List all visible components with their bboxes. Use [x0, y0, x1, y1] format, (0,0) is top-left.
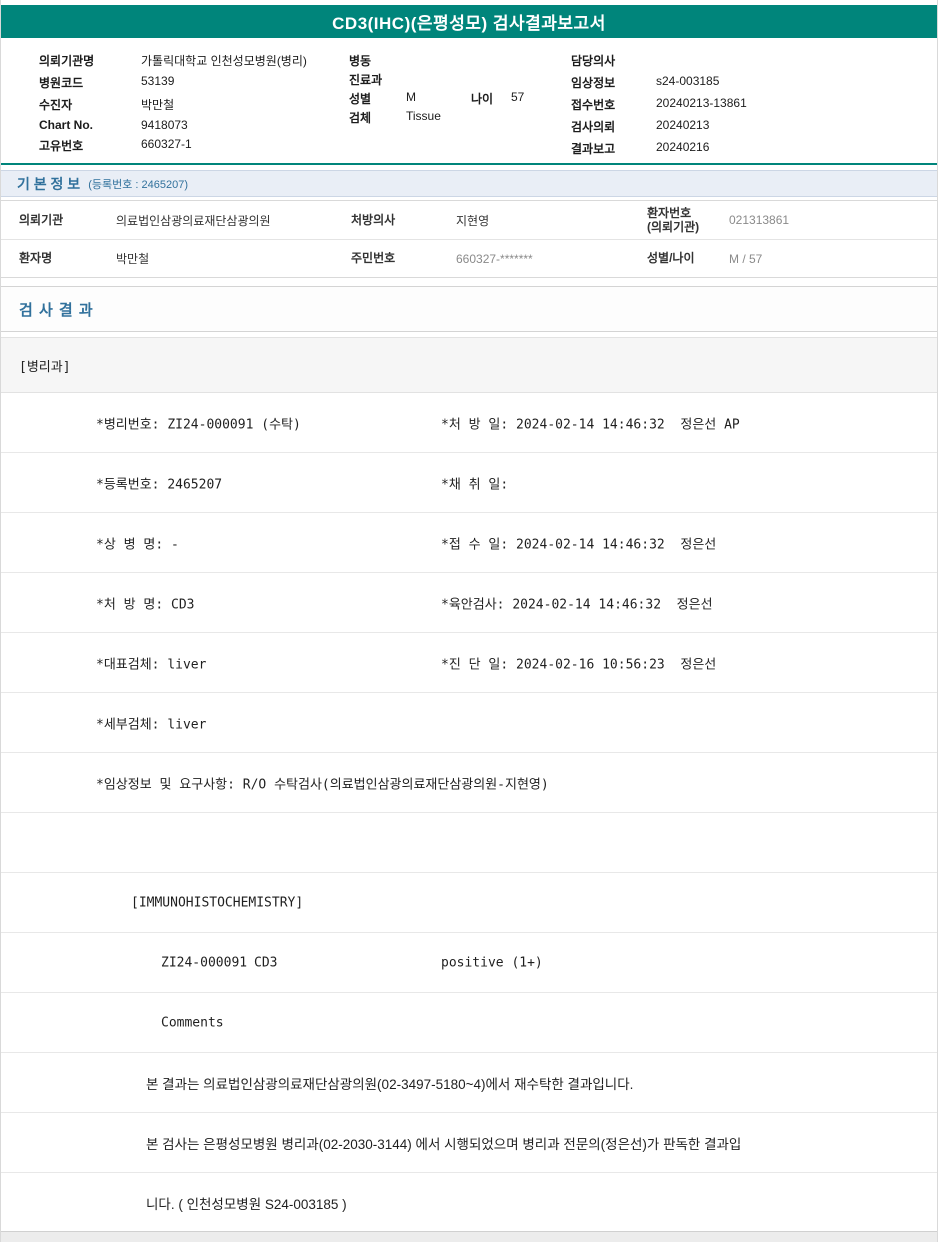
result-detail-row: *대표검체: liver *진 단 일: 2024-02-16 10:56:23… — [1, 633, 937, 693]
sub-specimen: *세부검체: liver — [96, 717, 207, 732]
patient-name-value: 박만철 — [116, 252, 150, 266]
report-date-label: 결과보고 — [571, 142, 616, 156]
results-section-header: 검 사 결 과 — [1, 286, 937, 332]
result-line-row: ZI24-000091 CD3 positive (1+) — [1, 933, 937, 993]
department-band: [병리과] — [1, 337, 937, 393]
resident-no-label: 주민번호 — [351, 251, 396, 266]
result-detail-row: *등록번호: 2465207 *채 취 일: — [1, 453, 937, 513]
examinee-value: 박만철 — [141, 98, 175, 112]
unique-no-value: 660327-1 — [141, 137, 192, 151]
collection-date: *채 취 일: — [441, 477, 509, 492]
receipt-date: *접 수 일: 2024-02-14 14:46:32 정은선 — [441, 537, 717, 552]
order-date: *처 방 일: 2024-02-14 14:46:32 정은선 AP — [441, 417, 740, 432]
result-detail-row: *임상정보 및 요구사항: R/O 수탁검사(의료법인삼광의료재단삼광의원-지현… — [1, 753, 937, 813]
department-label: 진료과 — [349, 73, 383, 87]
age-value: 57 — [511, 90, 525, 104]
accession-no-value: 20240213-13861 — [656, 96, 747, 110]
result-detail-row: *세부검체: liver — [1, 693, 937, 753]
comment-row: 본 결과는 의료법인삼광의료재단삼광의원(02-3497-5180~4)에서 재… — [1, 1053, 937, 1113]
sex-label: 성별 — [349, 92, 372, 106]
table-row: 환자명 박만철 주민번호 660327-******* 성별/나이 M / 57 — [1, 239, 937, 277]
header-info-block: 의뢰기관명 가톨릭대학교 인천성모병원(병리) 병원코드 53139 수진자 박… — [1, 38, 937, 163]
order-info-column: 담당의사 임상정보 s24-003185 접수번호 20240213-13861… — [571, 52, 937, 163]
physician-value — [656, 52, 937, 69]
pathology-no: *병리번호: ZI24-000091 (수탁) — [96, 417, 301, 432]
resident-no-value: 660327-******* — [456, 251, 533, 266]
results-title: 검 사 결 과 — [19, 301, 94, 319]
horizontal-scrollbar[interactable] — [1, 1231, 937, 1242]
referral-org-label: 의뢰기관명 — [39, 54, 95, 68]
comment-row: 본 검사는 은평성모병원 병리과(02-2030-3144) 에서 시행되었으며… — [1, 1113, 937, 1173]
result-detail-row: *처 방 명: CD3 *육안검사: 2024-02-14 14:46:32 정… — [1, 573, 937, 633]
chart-no-label: Chart No. — [39, 118, 93, 132]
referral-org-value: 가톨릭대학교 인천성모병원(병리) — [141, 54, 307, 68]
result-section-label-row: [IMMUNOHISTOCHEMISTRY] — [1, 873, 937, 933]
specimen-value: Tissue — [406, 109, 441, 123]
referral-info-column: 의뢰기관명 가톨릭대학교 인천성모병원(병리) 병원코드 53139 수진자 박… — [39, 52, 349, 163]
prescriber-value: 지현영 — [456, 213, 490, 228]
report-page: CD3(IHC)(은평성모) 검사결과보고서 의뢰기관명 가톨릭대학교 인천성모… — [0, 0, 938, 1242]
sex-age-label: 성별/나이 — [647, 251, 695, 266]
hospital-code-value: 53139 — [141, 74, 175, 88]
result-test-name: CD3 — [254, 955, 278, 970]
request-date-value: 20240213 — [656, 118, 710, 132]
clinical-info-value: s24-003185 — [656, 74, 720, 88]
patient-demo-column: 병동 진료과 성별 M 나이 57 검체 Tissue — [349, 52, 571, 163]
patient-name-label: 환자명 — [19, 251, 53, 266]
request-date-label: 검사의뢰 — [571, 120, 616, 134]
result-value: positive (1+) — [441, 955, 543, 970]
sex-age-value: M / 57 — [729, 251, 763, 266]
patient-no-label: 환자번호 (의뢰기관) — [647, 205, 700, 234]
order-name: *처 방 명: CD3 — [96, 597, 195, 612]
result-detail-row: *병리번호: ZI24-000091 (수탁) *처 방 일: 2024-02-… — [1, 393, 937, 453]
referrer-value: 의료법인삼광의료재단삼광의원 — [116, 213, 271, 228]
report-date-value: 20240216 — [656, 140, 710, 154]
diagnosis-name: *상 병 명: - — [96, 537, 179, 552]
immunohistochemistry-label: [IMMUNOHISTOCHEMISTRY] — [131, 895, 304, 910]
department-name: [병리과] — [19, 359, 71, 375]
basic-info-section-header: 기 본 정 보 (등록번호 : 2465207) — [1, 170, 937, 197]
registration-no: *등록번호: 2465207 — [96, 477, 223, 492]
result-detail-row: *상 병 명: - *접 수 일: 2024-02-14 14:46:32 정은… — [1, 513, 937, 573]
specimen-label: 검체 — [349, 111, 372, 125]
accession-no-label: 접수번호 — [571, 98, 616, 112]
main-specimen: *대표검체: liver — [96, 657, 207, 672]
examinee-label: 수진자 — [39, 98, 73, 112]
header-divider — [1, 163, 937, 165]
table-row: 의뢰기관 의료법인삼광의료재단삼광의원 처방의사 지현영 환자번호 (의뢰기관)… — [1, 201, 937, 239]
result-detail-row — [1, 813, 937, 873]
clinical-request-info: *임상정보 및 요구사항: R/O 수탁검사(의료법인삼광의료재단삼광의원-지현… — [96, 777, 549, 792]
prescriber-label: 처방의사 — [351, 212, 396, 227]
report-title: CD3(IHC)(은평성모) 검사결과보고서 — [332, 14, 606, 33]
clinical-info-label: 임상정보 — [571, 76, 616, 90]
sex-value: M — [406, 90, 416, 104]
comment-line: 본 검사는 은평성모병원 병리과(02-2030-3144) 에서 시행되었으며… — [146, 1136, 742, 1152]
result-specimen-id: ZI24-000091 — [161, 955, 248, 970]
referrer-label: 의뢰기관 — [19, 212, 64, 227]
comment-line: 니다. ( 인천성모병원 S24-003185 ) — [146, 1196, 347, 1212]
chart-no-value: 9418073 — [141, 118, 188, 132]
basic-info-title: 기 본 정 보 — [17, 175, 81, 192]
ward-label: 병동 — [349, 54, 372, 68]
diagnosis-date: *진 단 일: 2024-02-16 10:56:23 정은선 — [441, 657, 717, 672]
comment-line: 본 결과는 의료법인삼광의료재단삼광의원(02-3497-5180~4)에서 재… — [146, 1076, 634, 1092]
age-label: 나이 — [471, 92, 494, 106]
comments-label-row: Comments — [1, 993, 937, 1053]
patient-no-value: 021313861 — [729, 213, 790, 227]
hospital-code-label: 병원코드 — [39, 76, 84, 90]
basic-info-subtitle: (등록번호 : 2465207) — [88, 178, 189, 191]
comment-row: 니다. ( 인천성모병원 S24-003185 ) — [1, 1173, 937, 1233]
report-title-bar: CD3(IHC)(은평성모) 검사결과보고서 — [1, 5, 937, 38]
gross-exam-date: *육안검사: 2024-02-14 14:46:32 정은선 — [441, 597, 713, 612]
comments-label: Comments — [161, 1015, 224, 1030]
physician-label: 담당의사 — [571, 54, 616, 68]
unique-no-label: 고유번호 — [39, 139, 84, 153]
basic-info-table: 의뢰기관 의료법인삼광의료재단삼광의원 처방의사 지현영 환자번호 (의뢰기관)… — [1, 200, 937, 278]
